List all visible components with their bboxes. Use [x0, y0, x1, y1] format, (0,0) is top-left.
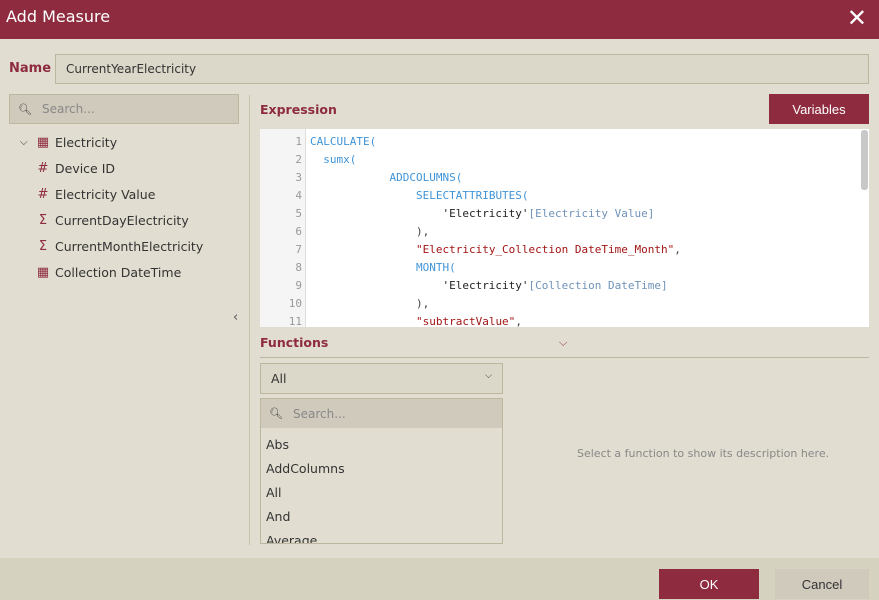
function-item[interactable]: AddColumns — [266, 461, 345, 476]
collapse-chevron-left-icon[interactable]: ‹ — [233, 310, 238, 325]
tree-field-item[interactable]: ▦ Collection DateTime — [34, 262, 181, 282]
name-label: Name — [9, 61, 52, 76]
tree-table-electricity[interactable]: ⌵ ▦ Electricity — [20, 132, 117, 152]
category-value: All — [271, 371, 287, 386]
code-token: [Electricity Value] — [528, 207, 655, 220]
code-line: 5 'Electricity'[Electricity Value] — [260, 205, 860, 223]
line-number: 2 — [295, 153, 302, 166]
function-description: Select a function to show its descriptio… — [577, 447, 830, 460]
code-line: 6 ), — [260, 223, 860, 241]
calendar-icon: ▦ — [36, 264, 50, 280]
line-number: 6 — [295, 225, 302, 238]
tree-field-label: Collection DateTime — [55, 264, 182, 280]
ok-button[interactable]: OK — [659, 569, 759, 599]
hash-icon: # — [37, 160, 49, 176]
line-number: 9 — [295, 279, 302, 292]
functions-label: Functions — [260, 335, 329, 350]
function-item[interactable]: And — [266, 509, 290, 524]
table-icon: ▦ — [36, 134, 50, 150]
line-number: 11 — [288, 315, 302, 327]
code-line: 9 'Electricity'[Collection DateTime] — [260, 277, 860, 295]
chevron-down-icon: ⌵ — [485, 371, 492, 381]
line-number: 10 — [288, 297, 302, 310]
fields-search-placeholder: Search... — [41, 102, 95, 116]
function-list[interactable]: 🔍︎ Search... Abs AddColumns All And Average — [260, 398, 503, 544]
name-input[interactable] — [55, 54, 869, 84]
code-token: 'Electricity' — [442, 207, 529, 220]
tree-field-item[interactable]: Σ CurrentDayElectricity — [34, 210, 189, 230]
code-line: 1 CALCULATE( — [260, 133, 860, 151]
line-number: 5 — [295, 207, 302, 220]
code-token: SELECTATTRIBUTES( — [415, 189, 529, 202]
code-line: 10 ), — [260, 295, 860, 313]
panel-splitter[interactable] — [249, 95, 250, 545]
line-number: 4 — [295, 189, 302, 202]
dialog-title: Add Measure — [6, 7, 111, 26]
line-number: 1 — [295, 135, 302, 148]
variables-button[interactable]: Variables — [769, 94, 869, 124]
expression-editor[interactable]: 1 CALCULATE(2 sumx(3 ADDCOLUMNS(4 SELECTA… — [260, 129, 869, 327]
cancel-button[interactable]: Cancel — [775, 569, 869, 599]
search-icon: 🔍︎ — [18, 102, 32, 116]
function-item[interactable]: All — [266, 485, 282, 500]
divider — [260, 357, 869, 358]
chevron-down-icon[interactable]: ⌵ — [20, 137, 34, 148]
tree-field-label: CurrentMonthElectricity — [55, 238, 204, 254]
code-token: MONTH( — [415, 261, 456, 274]
tree-field-item[interactable]: # Device ID — [34, 158, 116, 178]
code-token: , — [674, 243, 681, 256]
dialog-header: Add Measure ✕ — [0, 0, 879, 39]
function-search-placeholder: Search... — [292, 406, 346, 421]
code-line: 7 "Electricity_Collection DateTime_Month… — [260, 241, 860, 259]
function-search[interactable]: 🔍︎ Search... — [261, 399, 502, 428]
code-token: , — [515, 315, 522, 327]
code-line: 4 SELECTATTRIBUTES( — [260, 187, 860, 205]
code-token: sumx( — [323, 153, 357, 166]
code-line: 8 MONTH( — [260, 259, 860, 277]
code-line: 3 ADDCOLUMNS( — [260, 169, 860, 187]
code-token: ), — [415, 297, 430, 310]
tree-field-item[interactable]: Σ CurrentMonthElectricity — [34, 236, 203, 256]
tree-field-label: Electricity Value — [55, 186, 156, 202]
sigma-icon: Σ — [38, 238, 48, 254]
line-number: 7 — [295, 243, 302, 256]
dialog-footer: OK Cancel — [0, 558, 879, 600]
code-line: 11 "subtractValue", — [260, 313, 860, 327]
sigma-icon: Σ — [38, 212, 48, 228]
code-token: CALCULATE( — [310, 135, 377, 148]
line-number: 3 — [295, 171, 302, 184]
tree-table-label: Electricity — [55, 134, 118, 150]
tree-field-label: Device ID — [55, 160, 116, 176]
code-line: 2 sumx( — [260, 151, 860, 169]
function-item[interactable]: Abs — [266, 437, 289, 452]
expression-label: Expression — [260, 102, 337, 117]
code-token: "Electricity_Collection DateTime_Month" — [415, 243, 675, 256]
close-icon[interactable]: ✕ — [847, 4, 867, 32]
function-item[interactable]: Average — [266, 533, 317, 543]
line-number: 8 — [295, 261, 302, 274]
functions-chevron-down-icon[interactable]: ⌵ — [559, 336, 567, 350]
tree-field-item[interactable]: # Electricity Value — [34, 184, 156, 204]
code-token: 'Electricity' — [442, 279, 529, 292]
code-token: ADDCOLUMNS( — [389, 171, 463, 184]
sigma-icon: # — [37, 186, 49, 202]
code-token: "subtractValue" — [415, 315, 516, 327]
fields-search[interactable]: 🔍︎ Search... — [9, 94, 239, 124]
search-icon: 🔍︎ — [269, 407, 283, 420]
tree-field-label: CurrentDayElectricity — [55, 212, 189, 228]
editor-scrollbar[interactable] — [861, 130, 868, 190]
function-category-select[interactable]: All ⌵ — [260, 363, 503, 394]
code-token: [Collection DateTime] — [528, 279, 668, 292]
code-token: ), — [415, 225, 430, 238]
